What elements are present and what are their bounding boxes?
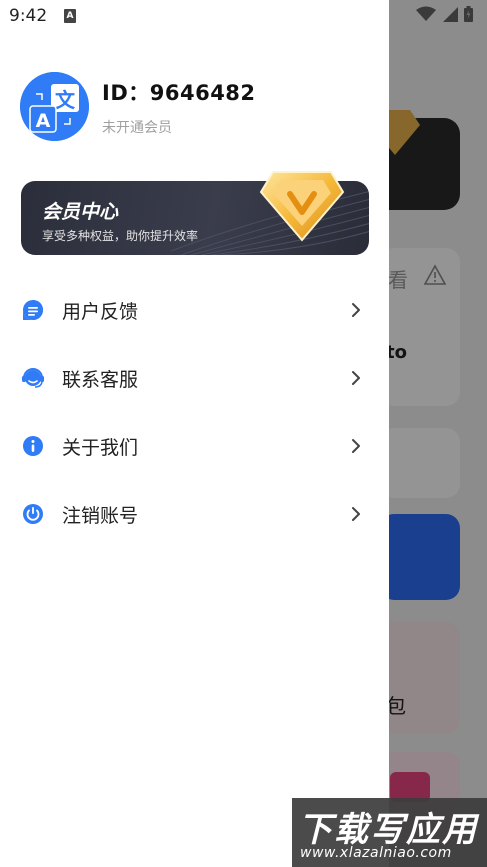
drawer-menu: 用户反馈 联系客服 关于我们 注销账号 xyxy=(0,276,389,548)
site-watermark: 下载写应用 www.xlazalniao.com xyxy=(292,798,487,867)
menu-item-customer-service[interactable]: 联系客服 xyxy=(0,344,389,412)
chevron-right-icon xyxy=(352,303,360,317)
profile-info: ID：9646482 未开通会员 xyxy=(102,77,256,137)
logout-icon xyxy=(23,504,43,524)
chevron-right-icon xyxy=(352,371,360,385)
info-icon xyxy=(23,436,43,456)
membership-status: 未开通会员 xyxy=(102,119,172,136)
navigation-drawer: 9:42 A 文 A ID：9646482 未开通会员 会员中心 享受多种权益，… xyxy=(0,0,389,867)
member-card-subtitle: 享受多种权益，助你提升效率 xyxy=(42,229,199,243)
signal-icon xyxy=(443,7,458,22)
chevron-right-icon xyxy=(352,439,360,453)
customer-service-icon xyxy=(22,368,44,388)
avatar-glyph-bottom: A xyxy=(36,110,51,132)
menu-item-label: 联系客服 xyxy=(62,368,139,391)
menu-item-feedback[interactable]: 用户反馈 xyxy=(0,276,389,344)
menu-item-label: 用户反馈 xyxy=(62,300,139,323)
user-id: ID：9646482 xyxy=(102,80,256,105)
profile-header[interactable]: 文 A ID：9646482 未开通会员 xyxy=(20,72,256,141)
menu-item-delete-account[interactable]: 注销账号 xyxy=(0,480,389,548)
menu-item-label: 注销账号 xyxy=(62,504,139,527)
vip-gem-icon xyxy=(259,171,345,242)
translate-icon: 文 A xyxy=(20,72,89,141)
status-time: 9:42 xyxy=(9,6,48,26)
battery-icon xyxy=(464,6,473,22)
chevron-right-icon xyxy=(352,507,360,521)
notification-badge: A xyxy=(64,9,76,23)
member-card-title: 会员中心 xyxy=(42,201,119,223)
menu-item-label: 关于我们 xyxy=(62,436,139,459)
wifi-icon xyxy=(416,6,436,21)
status-bar: 9:42 A xyxy=(0,0,389,34)
avatar[interactable]: 文 A xyxy=(20,72,89,141)
menu-item-about[interactable]: 关于我们 xyxy=(0,412,389,480)
status-icons xyxy=(416,6,473,22)
watermark-url: www.xlazalniao.com xyxy=(300,845,452,861)
feedback-icon xyxy=(23,300,43,320)
watermark-title: 下载写应用 xyxy=(298,810,478,850)
avatar-glyph-top: 文 xyxy=(55,88,76,112)
